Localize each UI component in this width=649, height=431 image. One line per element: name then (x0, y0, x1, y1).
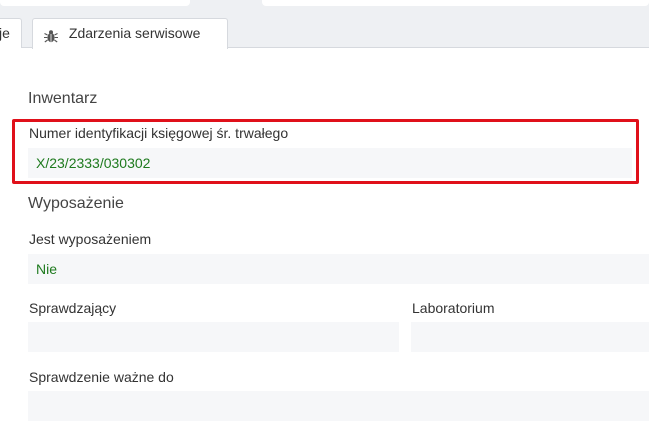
laboratory-field[interactable] (411, 322, 649, 352)
top-bar (0, 0, 649, 8)
tab-label: je (0, 25, 10, 41)
section-title-equipment: Wyposażenie (28, 195, 124, 212)
is-equipment-value: Nie (36, 261, 58, 277)
is-equipment-field[interactable] (28, 254, 649, 284)
tab-label: Zdarzenia serwisowe (68, 25, 201, 41)
valid-until-field[interactable] (28, 391, 649, 421)
top-bar-segment (262, 0, 649, 6)
tab-strip: je Zdarzenia serwisowe (0, 8, 649, 49)
section-title-inventory: Inwentarz (28, 90, 98, 107)
checker-label: Sprawdzający (29, 300, 117, 316)
top-bar-segment (0, 0, 190, 6)
valid-until-label: Sprawdzenie ważne do (29, 369, 174, 385)
highlight-box (12, 119, 639, 184)
laboratory-label: Laboratorium (412, 300, 495, 316)
tab-service-events[interactable]: Zdarzenia serwisowe (32, 18, 228, 49)
is-equipment-label: Jest wyposażeniem (29, 231, 152, 247)
tab-previous[interactable]: je (0, 18, 22, 48)
checker-field[interactable] (28, 322, 399, 352)
bug-icon (43, 25, 59, 43)
